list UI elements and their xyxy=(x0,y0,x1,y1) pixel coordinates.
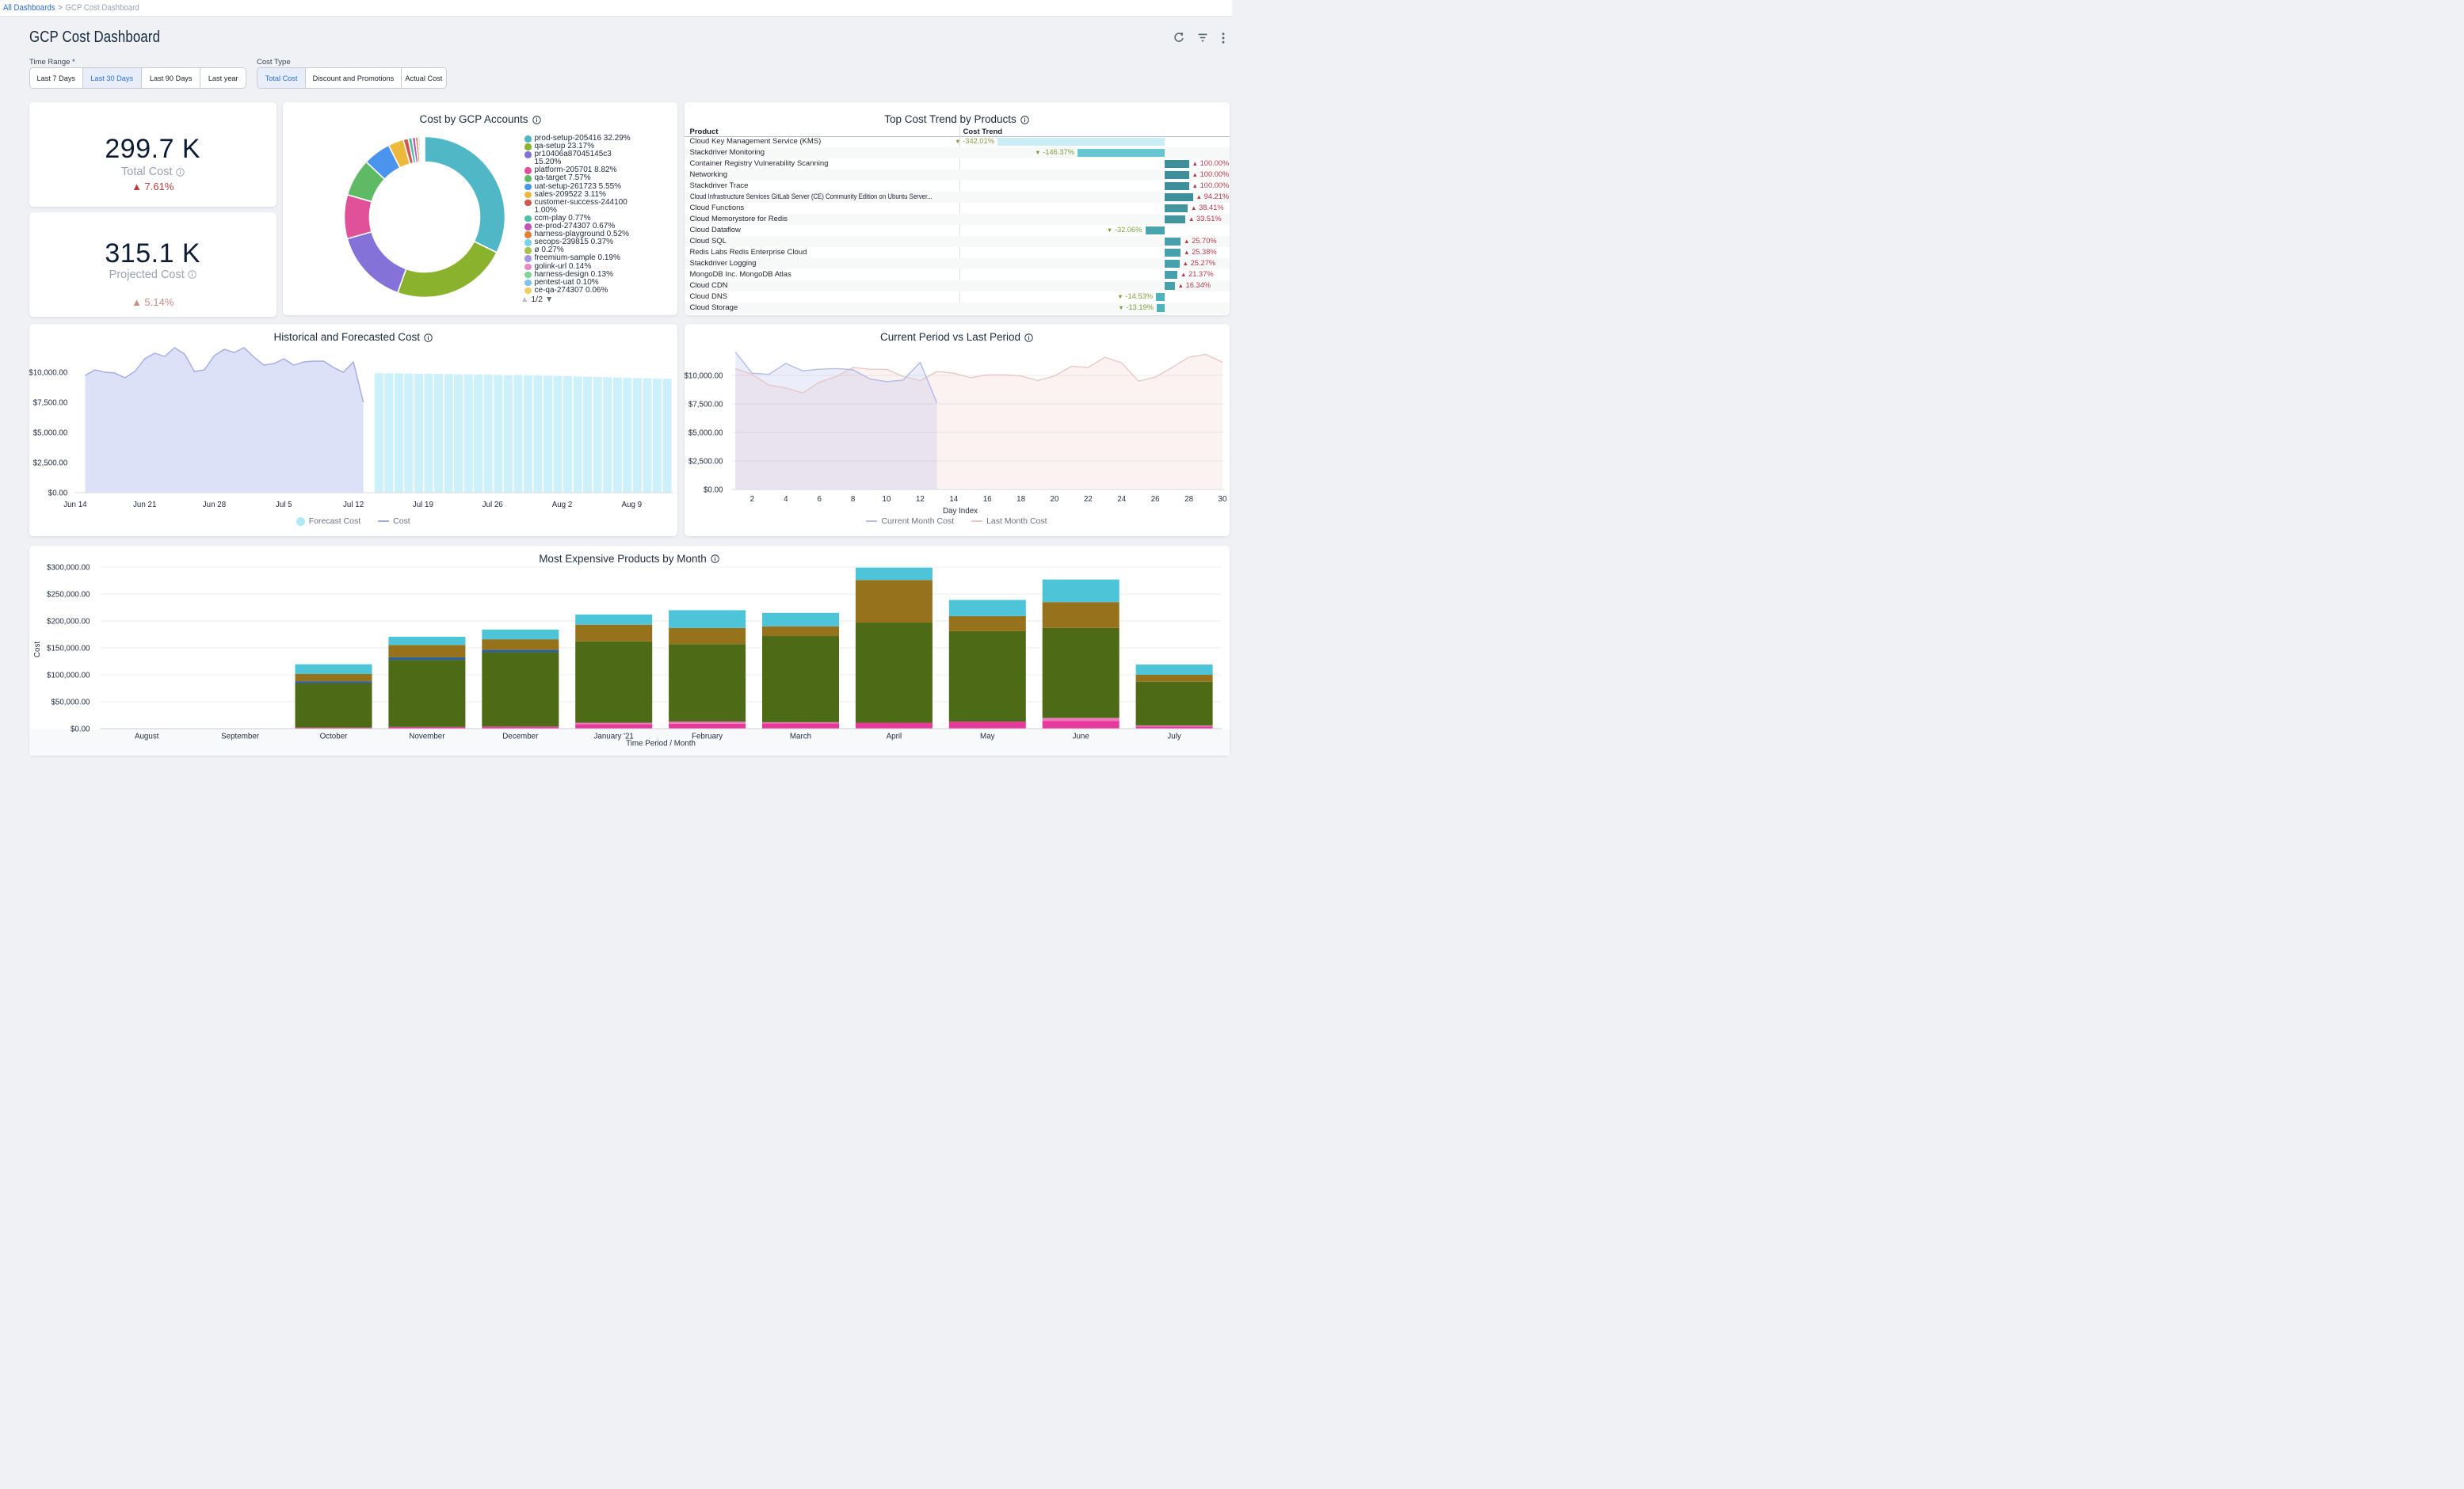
svg-text:$200,000.00: $200,000.00 xyxy=(47,617,90,626)
svg-text:Jul 12: Jul 12 xyxy=(343,501,364,509)
svg-text:April: April xyxy=(886,732,902,741)
svg-text:$0.00: $0.00 xyxy=(703,486,723,495)
svg-text:16: 16 xyxy=(982,495,991,504)
svg-text:$150,000.00: $150,000.00 xyxy=(47,644,90,653)
svg-text:$2,500.00: $2,500.00 xyxy=(688,458,723,467)
svg-text:Jul 26: Jul 26 xyxy=(482,501,503,509)
svg-text:March: March xyxy=(789,732,811,741)
svg-text:26: 26 xyxy=(1150,495,1159,504)
svg-text:30: 30 xyxy=(1218,495,1226,504)
svg-text:August: August xyxy=(134,732,158,741)
svg-text:14: 14 xyxy=(949,495,958,504)
svg-text:$10,000.00: $10,000.00 xyxy=(29,369,68,378)
svg-text:$300,000.00: $300,000.00 xyxy=(47,563,90,572)
svg-text:Day Index: Day Index xyxy=(942,507,977,516)
svg-text:$250,000.00: $250,000.00 xyxy=(47,590,90,599)
svg-text:$7,500.00: $7,500.00 xyxy=(32,399,67,408)
svg-text:Aug 2: Aug 2 xyxy=(551,501,572,509)
svg-text:September: September xyxy=(221,732,260,741)
svg-text:28: 28 xyxy=(1184,495,1193,504)
svg-text:November: November xyxy=(409,732,445,741)
svg-text:10: 10 xyxy=(882,495,891,504)
svg-text:Jun 28: Jun 28 xyxy=(202,501,226,509)
svg-text:Cost: Cost xyxy=(33,641,42,657)
svg-text:October: October xyxy=(319,732,348,741)
svg-text:June: June xyxy=(1072,732,1089,741)
svg-text:Jul 19: Jul 19 xyxy=(412,501,433,509)
svg-text:$0.00: $0.00 xyxy=(70,725,90,733)
svg-text:24: 24 xyxy=(1117,495,1126,504)
svg-text:$2,500.00: $2,500.00 xyxy=(32,459,67,468)
svg-text:Time Period / Month: Time Period / Month xyxy=(626,739,696,748)
svg-text:May: May xyxy=(980,732,995,741)
svg-text:$5,000.00: $5,000.00 xyxy=(32,429,67,438)
svg-text:Jul 5: Jul 5 xyxy=(275,501,292,509)
svg-text:18: 18 xyxy=(1016,495,1025,504)
svg-text:Jun 14: Jun 14 xyxy=(63,501,87,509)
svg-text:Jun 21: Jun 21 xyxy=(132,501,155,509)
svg-text:Aug 9: Aug 9 xyxy=(621,501,642,509)
svg-text:22: 22 xyxy=(1083,495,1092,504)
svg-text:4: 4 xyxy=(784,495,788,504)
svg-text:$50,000.00: $50,000.00 xyxy=(51,698,90,706)
svg-text:$5,000.00: $5,000.00 xyxy=(688,429,723,438)
svg-text:July: July xyxy=(1167,732,1181,741)
svg-text:2: 2 xyxy=(749,495,753,504)
svg-text:8: 8 xyxy=(850,495,855,504)
svg-text:$7,500.00: $7,500.00 xyxy=(688,401,723,409)
svg-text:6: 6 xyxy=(817,495,822,504)
svg-text:20: 20 xyxy=(1050,495,1058,504)
svg-text:$100,000.00: $100,000.00 xyxy=(47,671,90,680)
svg-text:February: February xyxy=(691,732,722,741)
svg-text:December: December xyxy=(502,732,539,741)
svg-text:12: 12 xyxy=(915,495,924,504)
svg-text:$10,000.00: $10,000.00 xyxy=(685,372,723,381)
svg-text:$0.00: $0.00 xyxy=(48,489,67,498)
